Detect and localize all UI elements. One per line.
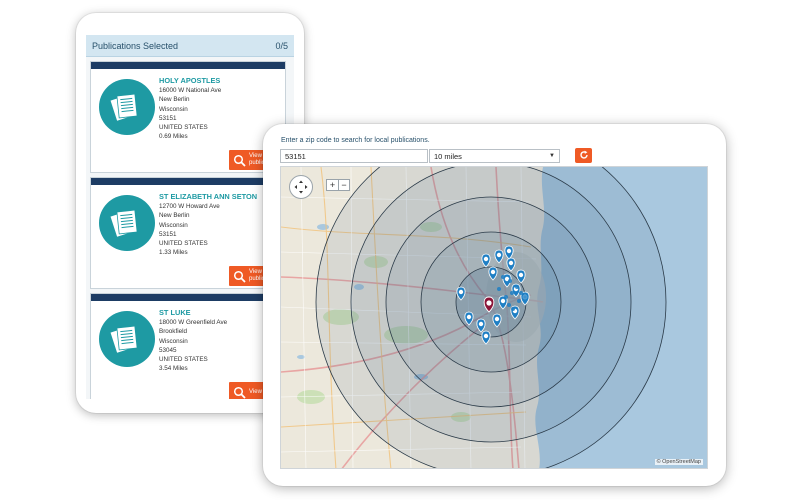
newspaper-icon: [99, 195, 155, 251]
card-header-bar: [91, 294, 285, 301]
map-attribution[interactable]: © OpenStreetMap: [654, 459, 703, 465]
newspaper-icon: [99, 79, 155, 135]
view-button-line1: View: [249, 269, 262, 275]
map-view[interactable]: + − © OpenStreetMap: [280, 166, 708, 469]
publication-zip: 53151: [159, 114, 177, 122]
publication-street: 16000 W National Ave: [159, 87, 222, 95]
publications-count: 0/5: [275, 40, 288, 51]
publication-card[interactable]: ST ELIZABETH ANN SETON 12700 W Howard Av…: [90, 177, 289, 289]
map-canvas[interactable]: [281, 167, 708, 469]
magnifier-icon: [229, 266, 249, 286]
publication-state: Wisconsin: [159, 105, 188, 113]
pan-control[interactable]: [289, 175, 313, 199]
publication-card[interactable]: HOLY APOSTLES 16000 W National Ave New B…: [90, 61, 289, 173]
zoom-out-button[interactable]: −: [338, 180, 349, 190]
magnifier-icon: [229, 150, 249, 170]
tablet-front: Enter a zip code to search for local pub…: [263, 124, 726, 486]
refresh-button[interactable]: [575, 148, 592, 163]
pan-arrows-icon: [294, 180, 308, 194]
view-button-text: View: [249, 389, 262, 396]
zoom-in-button[interactable]: +: [327, 180, 338, 190]
card-header-bar: [91, 178, 285, 185]
publication-name[interactable]: HOLY APOSTLES: [159, 76, 285, 85]
radius-rings: [315, 167, 667, 468]
view-button-line1: View: [249, 388, 262, 395]
newspaper-icon: [99, 311, 155, 367]
publications-title: Publications Selected: [92, 40, 179, 51]
publications-header: Publications Selected 0/5: [86, 35, 294, 57]
zip-code-input[interactable]: [280, 149, 428, 163]
publication-card[interactable]: ST LUKE 18000 W Greenfield Ave Brookfiel…: [90, 293, 289, 399]
refresh-icon: [579, 147, 589, 165]
search-prompt: Enter a zip code to search for local pub…: [281, 137, 430, 144]
magnifier-icon: [229, 382, 249, 399]
publication-country: UNITED STATES: [159, 124, 208, 132]
radius-select[interactable]: 10 miles ▼: [429, 149, 560, 163]
radius-value: 10 miles: [434, 151, 462, 161]
zoom-control: + −: [326, 179, 350, 191]
publication-city: New Berlin: [159, 96, 190, 104]
view-button-line1: View: [249, 153, 262, 159]
card-header-bar: [91, 62, 285, 69]
chevron-down-icon: ▼: [549, 153, 555, 159]
